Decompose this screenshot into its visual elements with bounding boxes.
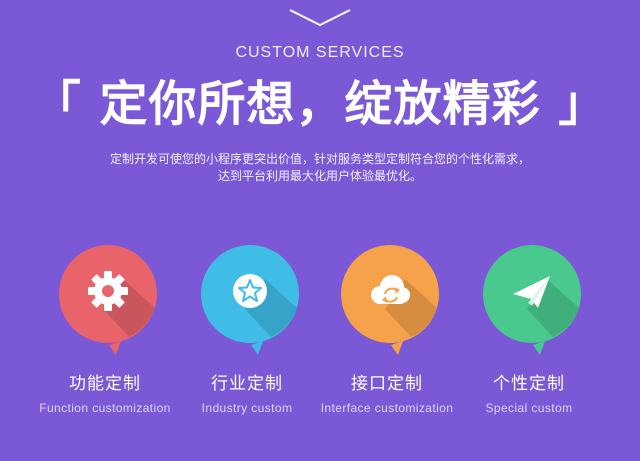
service-bubble [59,245,157,355]
section-eyebrow: CUSTOM SERVICES [235,44,405,61]
service-title: 接口定制 [351,374,423,394]
service-subtitle: Special custom [485,401,573,415]
service-bubble [483,245,581,355]
service-title: 行业定制 [211,374,283,394]
service-bubble [341,245,439,355]
service-title: 个性定制 [493,374,565,394]
service-card-special[interactable]: 个性定制 Special custom [454,236,604,436]
gear-icon [88,271,128,311]
star-icon [233,274,267,308]
description-line-2: 达到平台利用最大化用户体验最优化。 [217,169,422,183]
description-line-1: 定制开发可使您的小程序更突出价值，针对服务类型定制符合您的个性化需求， [109,152,530,166]
page-title: 「 定你所想，绽放精彩 」 [32,76,608,132]
chevron-down-icon [289,9,351,27]
service-title: 功能定制 [69,374,141,394]
service-bubble [201,245,299,355]
section-description: 定制开发可使您的小程序更突出价值，针对服务类型定制符合您的个性化需求， 达到平台… [70,151,570,185]
